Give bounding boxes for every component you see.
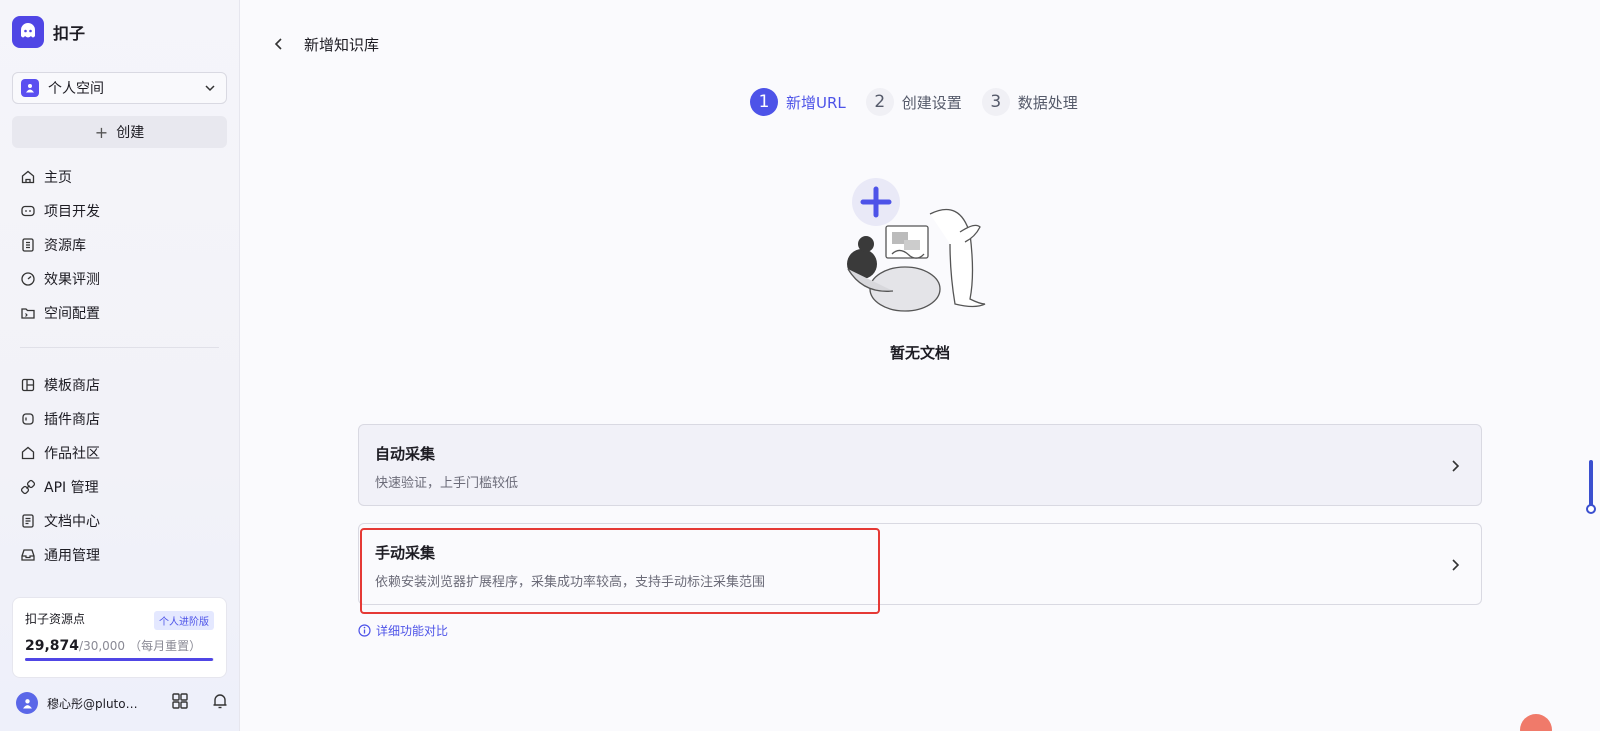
sidebar-item-label: 项目开发 xyxy=(44,204,100,220)
chevron-right-icon xyxy=(1449,458,1461,477)
apps-icon[interactable] xyxy=(160,692,200,710)
option-title: 自动采集 xyxy=(375,445,436,463)
space-select[interactable]: 个人空间 xyxy=(12,72,227,104)
inbox-icon xyxy=(21,549,35,561)
points-progress xyxy=(25,658,214,661)
points-progress-fill xyxy=(25,658,214,661)
plus-icon: + xyxy=(94,122,109,142)
sidebar-item-label: 文档中心 xyxy=(44,514,100,530)
compare-label: 详细功能对比 xyxy=(376,624,449,638)
chevron-down-icon xyxy=(204,79,216,98)
step-1: 1 新增URL xyxy=(750,88,846,116)
sidebar-item-projects[interactable]: 项目开发 xyxy=(12,194,227,228)
bell-icon[interactable] xyxy=(200,692,240,710)
sidebar-item-api[interactable]: API 管理 xyxy=(12,470,227,504)
chevron-right-icon xyxy=(1449,557,1461,576)
template-icon xyxy=(21,378,35,392)
step-2: 2 创建设置 xyxy=(865,88,962,116)
option-description: 依赖安装浏览器扩展程序，采集成功率较高，支持手动标注采集范围 xyxy=(375,575,766,590)
points-reset: （每月重置） xyxy=(129,639,202,653)
brand-logo-icon xyxy=(12,16,44,48)
sidebar-item-community[interactable]: 作品社区 xyxy=(12,436,227,470)
avatar[interactable] xyxy=(16,692,38,714)
brand-name: 扣子 xyxy=(53,24,86,43)
nav-primary: 主页 项目开发 资源库 效果评测 空间配置 xyxy=(12,160,227,330)
brand[interactable]: 扣子 xyxy=(12,16,85,48)
settings-folder-icon xyxy=(21,308,35,319)
sidebar-item-label: 模板商店 xyxy=(44,378,100,394)
plan-badge: 个人进阶版 xyxy=(154,611,214,630)
step-3: 3 数据处理 xyxy=(981,88,1078,116)
sidebar-item-label: 插件商店 xyxy=(44,412,100,428)
info-icon xyxy=(358,624,371,637)
nav-divider xyxy=(20,347,219,348)
step-number: 1 xyxy=(750,88,778,116)
feature-compare-link[interactable]: 详细功能对比 xyxy=(358,622,448,639)
empty-state-text: 暂无文档 xyxy=(889,344,950,362)
step-label: 数据处理 xyxy=(1017,93,1078,112)
user-name[interactable]: 穆心彤@pluto… xyxy=(47,695,142,712)
community-icon xyxy=(21,446,35,460)
create-label: 创建 xyxy=(116,125,145,141)
sidebar-item-label: API 管理 xyxy=(44,480,99,496)
stepper: 1 新增URL 2 创建设置 3 数据处理 xyxy=(750,88,1098,116)
points-total: /30,000 xyxy=(79,639,126,653)
sidebar-item-label: 作品社区 xyxy=(44,446,100,462)
step-label: 创建设置 xyxy=(901,93,962,112)
sidebar-item-template-store[interactable]: 模板商店 xyxy=(12,368,227,402)
option-description: 快速验证，上手门槛较低 xyxy=(375,476,519,491)
library-icon xyxy=(22,238,34,252)
points-card[interactable]: 扣子资源点 个人进阶版 29,874/30,000 （每月重置） xyxy=(12,597,227,678)
sidebar-item-label: 主页 xyxy=(44,170,72,186)
gauge-icon xyxy=(21,272,35,286)
assistant-bot-icon[interactable] xyxy=(1520,714,1552,731)
points-value: 29,874/30,000 （每月重置） xyxy=(25,637,214,654)
user-actions xyxy=(160,692,240,710)
option-title: 手动采集 xyxy=(375,544,436,562)
robot-icon xyxy=(21,205,35,217)
chevron-left-icon xyxy=(274,38,282,50)
step-number: 2 xyxy=(865,88,894,116)
page-title: 新增知识库 xyxy=(304,36,380,54)
step-number: 3 xyxy=(981,88,1010,116)
auto-collect-option[interactable]: 自动采集 快速验证，上手门槛较低 xyxy=(358,424,1482,506)
user-row: 穆心彤@pluto… xyxy=(16,692,231,714)
manual-collect-option[interactable]: 手动采集 依赖安装浏览器扩展程序，采集成功率较高，支持手动标注采集范围 xyxy=(358,523,1482,605)
sidebar-item-label: 效果评测 xyxy=(44,272,100,288)
points-used: 29,874 xyxy=(25,638,80,654)
space-label: 个人空间 xyxy=(48,81,104,97)
create-button[interactable]: + 创建 xyxy=(12,116,227,148)
sidebar-item-general[interactable]: 通用管理 xyxy=(12,538,227,572)
person-icon xyxy=(21,79,39,97)
sidebar-item-label: 资源库 xyxy=(44,238,86,254)
sidebar-item-home[interactable]: 主页 xyxy=(12,160,227,194)
sidebar-item-library[interactable]: 资源库 xyxy=(12,228,227,262)
sidebar-item-space-settings[interactable]: 空间配置 xyxy=(12,296,227,330)
plugin-icon xyxy=(22,413,34,425)
sidebar-item-label: 通用管理 xyxy=(44,548,100,564)
back-button[interactable] xyxy=(272,36,286,55)
step-label: 新增URL xyxy=(786,93,846,112)
sidebar: 扣子 个人空间 + 创建 主页 项目开发 资源库 效果评测 空间配置 模板商店 … xyxy=(0,0,240,731)
sidebar-item-plugin-store[interactable]: 插件商店 xyxy=(12,402,227,436)
nav-secondary: 模板商店 插件商店 作品社区 API 管理 文档中心 通用管理 xyxy=(12,368,227,572)
sidebar-item-label: 空间配置 xyxy=(44,306,100,322)
sidebar-item-evaluation[interactable]: 效果评测 xyxy=(12,262,227,296)
sidebar-item-docs[interactable]: 文档中心 xyxy=(12,504,227,538)
home-icon xyxy=(21,170,35,184)
api-icon xyxy=(20,479,36,495)
doc-icon xyxy=(22,514,34,528)
empty-illustration xyxy=(840,174,1000,323)
scroll-knob[interactable] xyxy=(1586,504,1596,514)
